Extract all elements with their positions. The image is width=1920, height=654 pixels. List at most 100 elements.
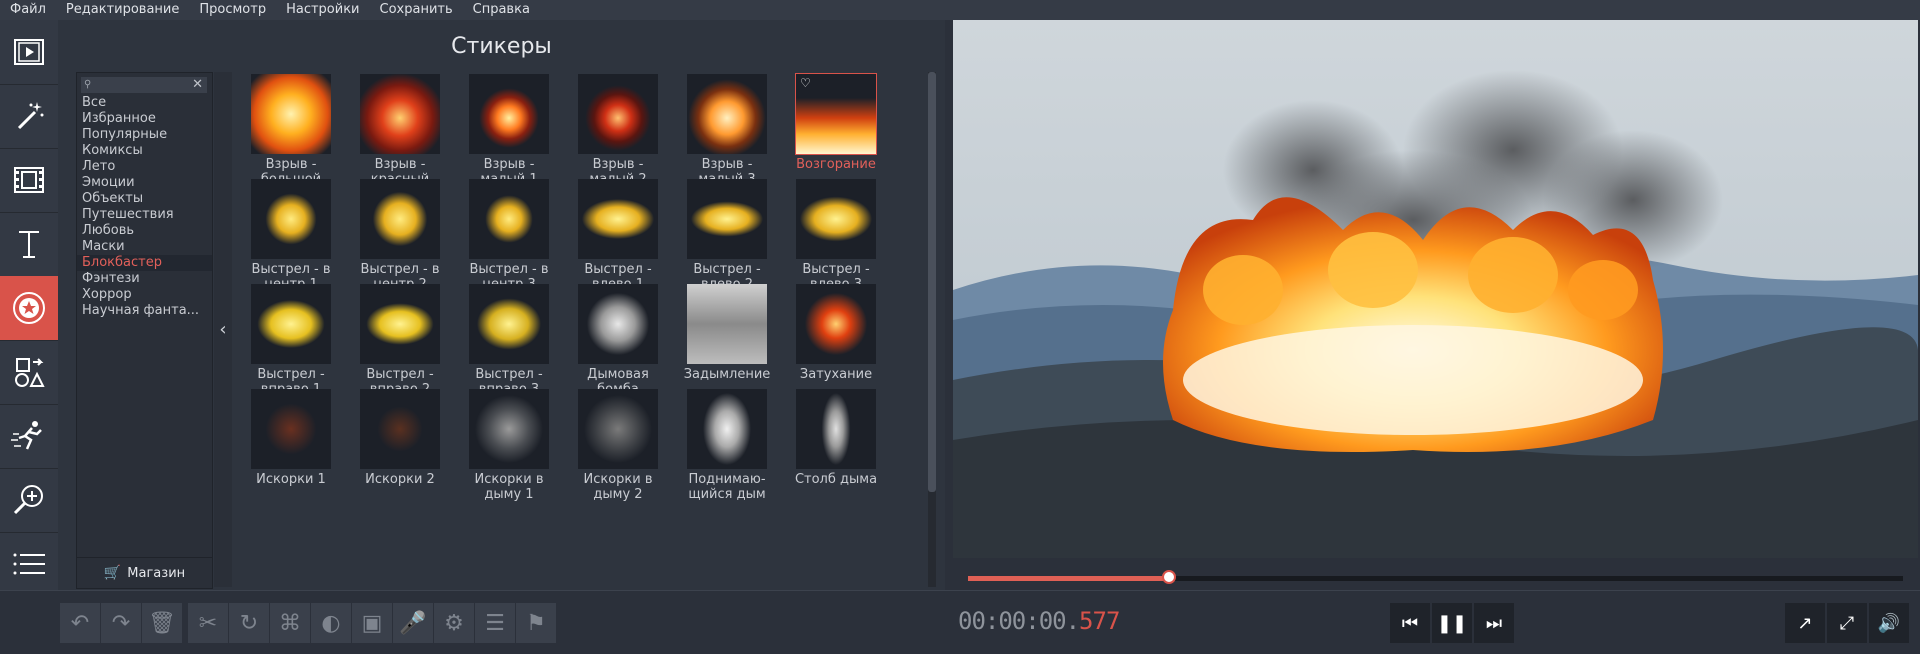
previous-button[interactable]: ⏮	[1390, 603, 1430, 643]
shapes-button[interactable]	[0, 340, 58, 405]
store-button[interactable]: 🛒 Магазин	[77, 557, 212, 588]
favorite-heart-icon[interactable]: ♡	[800, 76, 811, 90]
sticker-thumbnail[interactable]	[469, 179, 549, 259]
sticker-item[interactable]: Задымление	[672, 284, 782, 382]
sticker-thumbnail[interactable]	[360, 74, 440, 154]
transitions-button[interactable]	[0, 148, 58, 213]
sticker-item[interactable]: Взрыв -красный	[345, 74, 455, 187]
export-button[interactable]: ↗	[1785, 603, 1825, 643]
sticker-item[interactable]: Столб дыма	[781, 389, 891, 487]
sticker-thumbnail[interactable]	[251, 284, 331, 364]
sticker-item[interactable]: Выстрел - вцентр 1	[236, 179, 346, 292]
next-button[interactable]: ⏭	[1474, 603, 1514, 643]
cut-button[interactable]: ✂	[188, 603, 228, 643]
sticker-item[interactable]: Взрыв -малый 1	[454, 74, 564, 187]
menu-settings[interactable]: Настройки	[276, 0, 369, 20]
pause-button[interactable]: ❚❚	[1432, 603, 1472, 643]
animation-button[interactable]	[0, 404, 58, 469]
sticker-thumbnail[interactable]	[578, 389, 658, 469]
sticker-item[interactable]: Выстрел -влево 3	[781, 179, 891, 292]
record-audio-button[interactable]: 🎤	[393, 603, 433, 643]
sticker-thumbnail[interactable]	[687, 389, 767, 469]
sticker-item[interactable]: Искорки в дыму 1	[454, 389, 564, 502]
equalizer-button[interactable]: ☰	[475, 603, 515, 643]
volume-button[interactable]: 🔊	[1869, 603, 1909, 643]
sticker-item[interactable]: Искорки 2	[345, 389, 455, 487]
sticker-item[interactable]: Взрыв -малый 3	[672, 74, 782, 187]
menu-edit[interactable]: Редактирование	[56, 0, 189, 20]
progress-knob[interactable]	[1162, 570, 1177, 584]
sticker-thumbnail[interactable]	[796, 179, 876, 259]
category-item[interactable]: Хоррор	[77, 287, 212, 303]
category-item[interactable]: Избранное	[77, 111, 212, 127]
sticker-thumbnail[interactable]	[360, 389, 440, 469]
titles-button[interactable]	[0, 212, 58, 277]
clear-search-icon[interactable]: ✕	[192, 77, 203, 92]
search-input[interactable]: ⚲ ✕	[81, 77, 207, 93]
sticker-item[interactable]: Выстрел -вправо 1	[236, 284, 346, 397]
sticker-thumbnail[interactable]	[687, 284, 767, 364]
sticker-thumbnail[interactable]	[796, 389, 876, 469]
sticker-item[interactable]: Искорки 1	[236, 389, 346, 487]
category-item[interactable]: Путешествия	[77, 207, 212, 223]
sticker-thumbnail[interactable]	[578, 284, 658, 364]
sticker-thumbnail[interactable]	[251, 74, 331, 154]
category-item[interactable]: Маски	[77, 239, 212, 255]
stickers-button[interactable]	[0, 276, 58, 341]
color-adjust-button[interactable]: ◐	[311, 603, 351, 643]
category-item[interactable]: Научная фанта...	[77, 303, 212, 319]
category-item[interactable]: Лето	[77, 159, 212, 175]
sticker-item[interactable]: Выстрел - вцентр 2	[345, 179, 455, 292]
category-item[interactable]: Фэнтези	[77, 271, 212, 287]
redo-button[interactable]: ↷	[101, 603, 141, 643]
sticker-item[interactable]: Выстрел -вправо 3	[454, 284, 564, 397]
sticker-item[interactable]: Затухание	[781, 284, 891, 382]
sticker-thumbnail[interactable]	[469, 389, 549, 469]
image-button[interactable]: ▣	[352, 603, 392, 643]
rotate-button[interactable]: ↻	[229, 603, 269, 643]
sticker-thumbnail[interactable]	[687, 179, 767, 259]
sticker-scrollbar[interactable]	[928, 72, 936, 587]
timeline-progress-bar[interactable]	[968, 570, 1903, 584]
sticker-item[interactable]: Выстрел -влево 2	[672, 179, 782, 292]
sticker-thumbnail[interactable]	[469, 284, 549, 364]
undo-button[interactable]: ↶	[60, 603, 100, 643]
filters-button[interactable]	[0, 84, 58, 149]
zoom-button[interactable]	[0, 468, 58, 533]
sticker-thumbnail[interactable]	[578, 179, 658, 259]
menu-file[interactable]: Файл	[0, 0, 56, 20]
category-item[interactable]: Объекты	[77, 191, 212, 207]
menu-save[interactable]: Сохранить	[370, 0, 463, 20]
clip-settings-button[interactable]: ⚙	[434, 603, 474, 643]
sticker-item[interactable]: Выстрел -влево 1	[563, 179, 673, 292]
menu-help[interactable]: Справка	[463, 0, 540, 20]
sticker-thumbnail[interactable]	[687, 74, 767, 154]
sticker-item[interactable]: Выстрел - вцентр 3	[454, 179, 564, 292]
crop-button[interactable]: ⌘	[270, 603, 310, 643]
sticker-item[interactable]: Взрыв -малый 2	[563, 74, 673, 187]
sticker-thumbnail[interactable]	[578, 74, 658, 154]
menu-view[interactable]: Просмотр	[189, 0, 276, 20]
category-item[interactable]: Комиксы	[77, 143, 212, 159]
media-import-button[interactable]	[0, 20, 58, 85]
sticker-thumbnail[interactable]	[796, 284, 876, 364]
collapse-categories-button[interactable]: ‹	[214, 72, 232, 587]
more-tools-button[interactable]	[0, 532, 58, 597]
sticker-item[interactable]: Дымоваябомба	[563, 284, 673, 397]
category-item[interactable]: Блокбастер	[77, 255, 212, 271]
scrollbar-thumb[interactable]	[928, 72, 936, 492]
sticker-thumbnail[interactable]: ♡	[795, 73, 877, 155]
category-item[interactable]: Популярные	[77, 127, 212, 143]
sticker-thumbnail[interactable]	[251, 179, 331, 259]
category-item[interactable]: Любовь	[77, 223, 212, 239]
marker-button[interactable]: ⚑	[516, 603, 556, 643]
sticker-item[interactable]: Взрыв -большой	[236, 74, 346, 187]
video-preview[interactable]	[953, 20, 1918, 558]
sticker-thumbnail[interactable]	[251, 389, 331, 469]
sticker-item[interactable]: Искорки в дыму 2	[563, 389, 673, 502]
sticker-thumbnail[interactable]	[360, 179, 440, 259]
sticker-item[interactable]: ♡ Возгорание	[781, 73, 891, 172]
sticker-thumbnail[interactable]	[469, 74, 549, 154]
fullscreen-button[interactable]: ⤢	[1827, 603, 1867, 643]
delete-button[interactable]: 🗑	[142, 603, 182, 643]
